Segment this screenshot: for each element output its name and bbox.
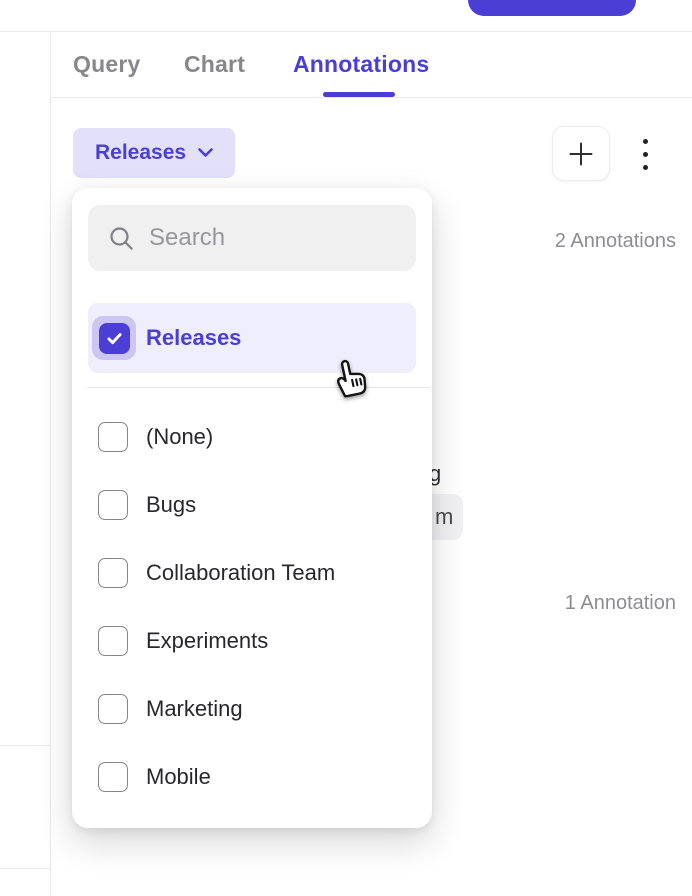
option-mobile[interactable]: Mobile [72, 743, 432, 811]
annotation-count-badge: 1 Annotation [565, 592, 676, 615]
tab-chart[interactable]: Chart [184, 51, 245, 78]
kebab-dot [643, 165, 648, 170]
dropdown-divider [87, 387, 430, 388]
releases-filter-button[interactable]: Releases [73, 128, 235, 178]
option-label: Experiments [146, 628, 268, 654]
kebab-dot [643, 152, 648, 157]
filter-button-label: Releases [95, 141, 186, 165]
chevron-down-icon [198, 148, 213, 158]
checkbox-checked-icon [99, 323, 130, 354]
option-label: Releases [146, 325, 241, 351]
plus-icon [567, 140, 595, 168]
add-annotation-button[interactable] [552, 126, 610, 181]
checkbox-unchecked-icon [98, 762, 128, 792]
options-list: (None) Bugs Collaboration Team Experiments M… [72, 403, 432, 811]
search-icon [108, 225, 135, 252]
option-label: Bugs [146, 492, 196, 518]
header-divider [0, 31, 692, 32]
annotations-screen: Query Chart Annotations Releases 2 Annot… [0, 0, 692, 896]
tabbar-bottom-border [50, 97, 692, 98]
option-none[interactable]: (None) [72, 403, 432, 471]
checkbox-unchecked-icon [98, 490, 128, 520]
checkbox-unchecked-icon [98, 558, 128, 588]
primary-action-button[interactable] [468, 0, 636, 16]
option-bugs[interactable]: Bugs [72, 471, 432, 539]
option-label: (None) [146, 424, 213, 450]
checkbox-unchecked-icon [98, 694, 128, 724]
left-rail-divider [0, 868, 50, 869]
option-marketing[interactable]: Marketing [72, 675, 432, 743]
checkbox-unchecked-icon [98, 626, 128, 656]
option-label: Marketing [146, 696, 243, 722]
option-collaboration-team[interactable]: Collaboration Team [72, 539, 432, 607]
kebab-dot [643, 139, 648, 144]
active-tab-indicator [323, 92, 395, 97]
checkbox-unchecked-icon [98, 422, 128, 452]
option-label: Collaboration Team [146, 560, 335, 586]
more-options-button[interactable] [629, 129, 661, 179]
tab-annotations[interactable]: Annotations [293, 51, 429, 78]
tab-query[interactable]: Query [73, 51, 140, 78]
option-label: Mobile [146, 764, 211, 790]
checkbox-focus-ring [92, 316, 136, 360]
option-releases[interactable]: Releases [88, 303, 416, 373]
search-input[interactable] [149, 224, 402, 252]
left-rail-border [50, 31, 51, 896]
annotation-sets-dropdown: Releases (None) Bugs Collaboration Team Exp… [72, 188, 432, 828]
option-experiments[interactable]: Experiments [72, 607, 432, 675]
annotation-count-badge: 2 Annotations [555, 230, 676, 253]
search-field[interactable] [88, 205, 416, 271]
left-rail-divider [0, 745, 50, 746]
